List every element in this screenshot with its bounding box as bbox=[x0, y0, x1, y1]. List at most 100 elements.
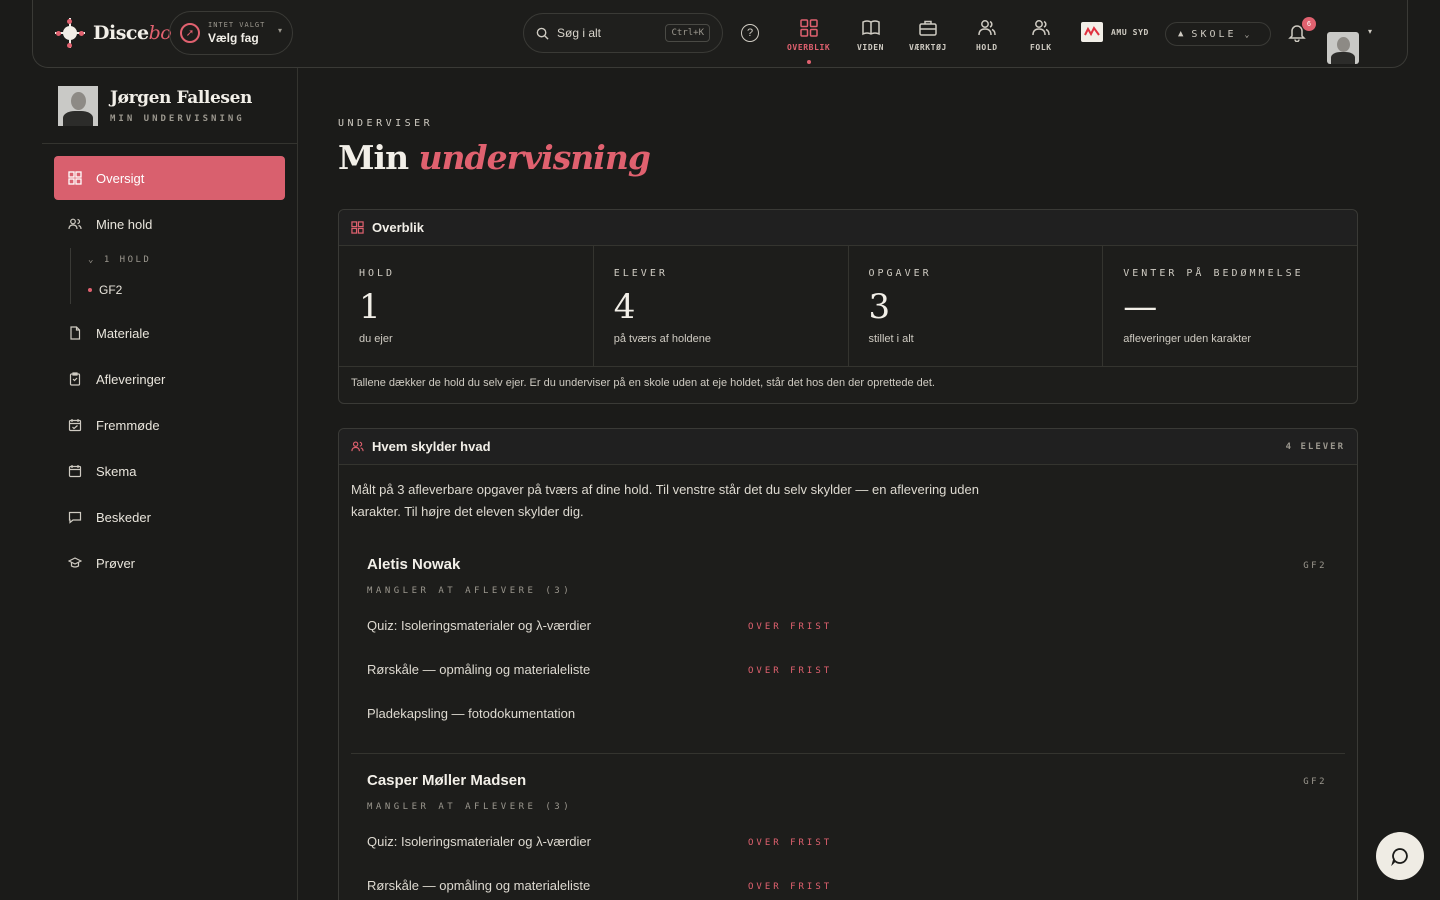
sidebar-item-label: Beskeder bbox=[96, 509, 151, 525]
stat-opgaver: OPGAVER 3 stillet i alt bbox=[849, 246, 1104, 366]
nav-vaerktoej[interactable]: VÆRKTØJ bbox=[909, 18, 947, 52]
stat-caption: du ejer bbox=[359, 333, 393, 345]
brand-name: Discebo bbox=[93, 22, 172, 44]
search-input[interactable]: Søg i alt Ctrl+K bbox=[523, 13, 723, 53]
graduation-icon bbox=[68, 557, 82, 568]
stat-label: HOLD bbox=[359, 268, 396, 279]
sidebar-item-afleveringer[interactable]: Afleveringer bbox=[54, 357, 285, 401]
hold-count[interactable]: ⌄ 1 HOLD bbox=[88, 255, 151, 265]
sidebar-item-oversigt[interactable]: Oversigt bbox=[54, 156, 285, 200]
stat-value: 1 bbox=[359, 287, 381, 327]
subject-label: Vælg fag bbox=[208, 31, 259, 45]
search-placeholder: Søg i alt bbox=[557, 26, 602, 40]
stat-value: — bbox=[1123, 287, 1158, 327]
overdue-badge: OVER FRIST bbox=[748, 666, 833, 676]
missing-count: MANGLER AT AFLEVERE (3) bbox=[367, 802, 573, 812]
sidebar-item-mine-hold[interactable]: Mine hold bbox=[54, 202, 285, 246]
school-name: AMU SYD bbox=[1111, 27, 1149, 37]
nav-label: FOLK bbox=[1030, 43, 1052, 52]
nav-label: VIDEN bbox=[857, 43, 885, 52]
student-name[interactable]: Casper Møller Madsen bbox=[367, 772, 526, 789]
top-bar: Discebo ➚ INTET VALGT Vælg fag ▾ Søg i a… bbox=[32, 0, 1408, 68]
file-icon bbox=[70, 326, 81, 340]
sidebar-item-label: Prøver bbox=[96, 555, 135, 571]
sidebar-item-proever[interactable]: Prøver bbox=[54, 541, 285, 585]
overview-title: Overblik bbox=[372, 220, 425, 235]
student-group: GF2 bbox=[1303, 777, 1327, 787]
subitem-label: GF2 bbox=[99, 283, 123, 297]
overdue-badge: OVER FRIST bbox=[748, 622, 833, 632]
owes-title: Hvem skylder hvad bbox=[372, 439, 491, 454]
owes-header: Hvem skylder hvad 4 ELEVER bbox=[339, 429, 1357, 465]
profile-role: MIN UNDERVISNING bbox=[110, 114, 245, 124]
stat-value: 4 bbox=[613, 287, 636, 327]
tree-line bbox=[70, 248, 71, 304]
sidebar-subitem-gf2[interactable]: GF2 bbox=[88, 283, 122, 297]
briefcase-icon bbox=[919, 20, 937, 36]
grid-icon bbox=[799, 19, 818, 37]
stat-value: 3 bbox=[868, 287, 891, 327]
overdue-badge: OVER FRIST bbox=[748, 838, 833, 848]
people-icon bbox=[1032, 20, 1050, 36]
sidebar-item-materiale[interactable]: Materiale bbox=[54, 311, 285, 355]
school-switcher[interactable]: ▲ SKOLE ⌄ bbox=[1165, 22, 1271, 46]
team-icon bbox=[978, 20, 996, 36]
sidebar-item-label: Fremmøde bbox=[96, 417, 160, 433]
student-group: GF2 bbox=[1303, 561, 1327, 571]
nav-viden[interactable]: VIDEN bbox=[857, 18, 884, 52]
nav-hold[interactable]: HOLD bbox=[976, 18, 998, 52]
search-shortcut: Ctrl+K bbox=[665, 24, 710, 42]
stat-label: OPGAVER bbox=[868, 268, 932, 279]
avatar bbox=[58, 86, 98, 126]
stat-label: ELEVER bbox=[613, 268, 668, 279]
sidebar-item-fremmoede[interactable]: Fremmøde bbox=[54, 403, 285, 447]
sidebar-item-label: Oversigt bbox=[96, 170, 145, 186]
book-icon bbox=[861, 20, 880, 36]
task-link[interactable]: Quiz: Isoleringsmaterialer og λ-værdier bbox=[367, 618, 591, 633]
student-name[interactable]: Aletis Nowak bbox=[367, 556, 460, 573]
sidebar-item-label: Skema bbox=[96, 463, 137, 479]
student-count: 4 ELEVER bbox=[1285, 441, 1345, 452]
sidebar-item-skema[interactable]: Skema bbox=[54, 449, 285, 493]
notifications-button[interactable]: 6 bbox=[1287, 17, 1316, 43]
school-info[interactable]: AMU SYD bbox=[1081, 22, 1149, 42]
missing-count: MANGLER AT AFLEVERE (3) bbox=[367, 586, 573, 596]
calendar-icon bbox=[68, 465, 82, 478]
nav-overblik[interactable]: OVERBLIK bbox=[787, 18, 831, 64]
task-link[interactable]: Rørskåle — opmåling og materialeliste bbox=[367, 662, 590, 677]
stat-caption: stillet i alt bbox=[868, 333, 914, 345]
help-icon[interactable]: ? bbox=[741, 24, 759, 42]
nav-folk[interactable]: FOLK bbox=[1030, 18, 1052, 52]
chevron-down-icon[interactable]: ▾ bbox=[1368, 27, 1372, 36]
calendar-check-icon bbox=[68, 419, 82, 432]
profile-name: Jørgen Fallesen bbox=[110, 88, 252, 108]
page-title: Min undervisning bbox=[338, 138, 651, 177]
sidebar-item-beskeder[interactable]: Beskeder bbox=[54, 495, 285, 539]
chat-button[interactable] bbox=[1376, 832, 1424, 880]
subject-hint: INTET VALGT bbox=[208, 21, 266, 29]
sidebar-item-label: Materiale bbox=[96, 325, 150, 341]
stat-label: VENTER PÅ BEDØMMELSE bbox=[1123, 268, 1304, 279]
owes-intro: Målt på 3 afleverbare opgaver på tværs a… bbox=[351, 482, 979, 519]
chevron-down-icon: ▾ bbox=[277, 26, 282, 35]
overview-card: Overblik HOLD 1 du ejer ELEVER 4 på tvær… bbox=[338, 209, 1358, 404]
nav-label: OVERBLIK bbox=[787, 43, 831, 52]
subject-selector[interactable]: ➚ INTET VALGT Vælg fag ▾ bbox=[169, 11, 293, 55]
bullet-dot bbox=[88, 288, 92, 292]
task-link[interactable]: Quiz: Isoleringsmaterialer og λ-værdier bbox=[367, 834, 591, 849]
overview-note: Tallene dækker de hold du selv ejer. Er … bbox=[351, 377, 935, 389]
stat-elever: ELEVER 4 på tværs af holdene bbox=[594, 246, 849, 366]
student-block: Casper Møller Madsen GF2 MANGLER AT AFLE… bbox=[351, 772, 1345, 900]
school-switcher-label: SKOLE bbox=[1191, 28, 1237, 40]
stat-caption: afleveringer uden karakter bbox=[1123, 333, 1252, 345]
building-icon: ▲ bbox=[1178, 29, 1184, 39]
user-avatar[interactable] bbox=[1327, 31, 1359, 64]
dashboard-icon bbox=[351, 221, 364, 234]
brand-logo[interactable]: Discebo bbox=[55, 18, 172, 48]
stat-hold: HOLD 1 du ejer bbox=[339, 246, 594, 366]
chevron-down-icon: ⌄ bbox=[1244, 29, 1250, 39]
clipboard-icon bbox=[69, 372, 81, 386]
task-link[interactable]: Rørskåle — opmåling og materialeliste bbox=[367, 878, 590, 893]
school-logo-icon bbox=[1081, 22, 1103, 42]
task-link[interactable]: Pladekapsling — fotodokumentation bbox=[367, 706, 575, 721]
